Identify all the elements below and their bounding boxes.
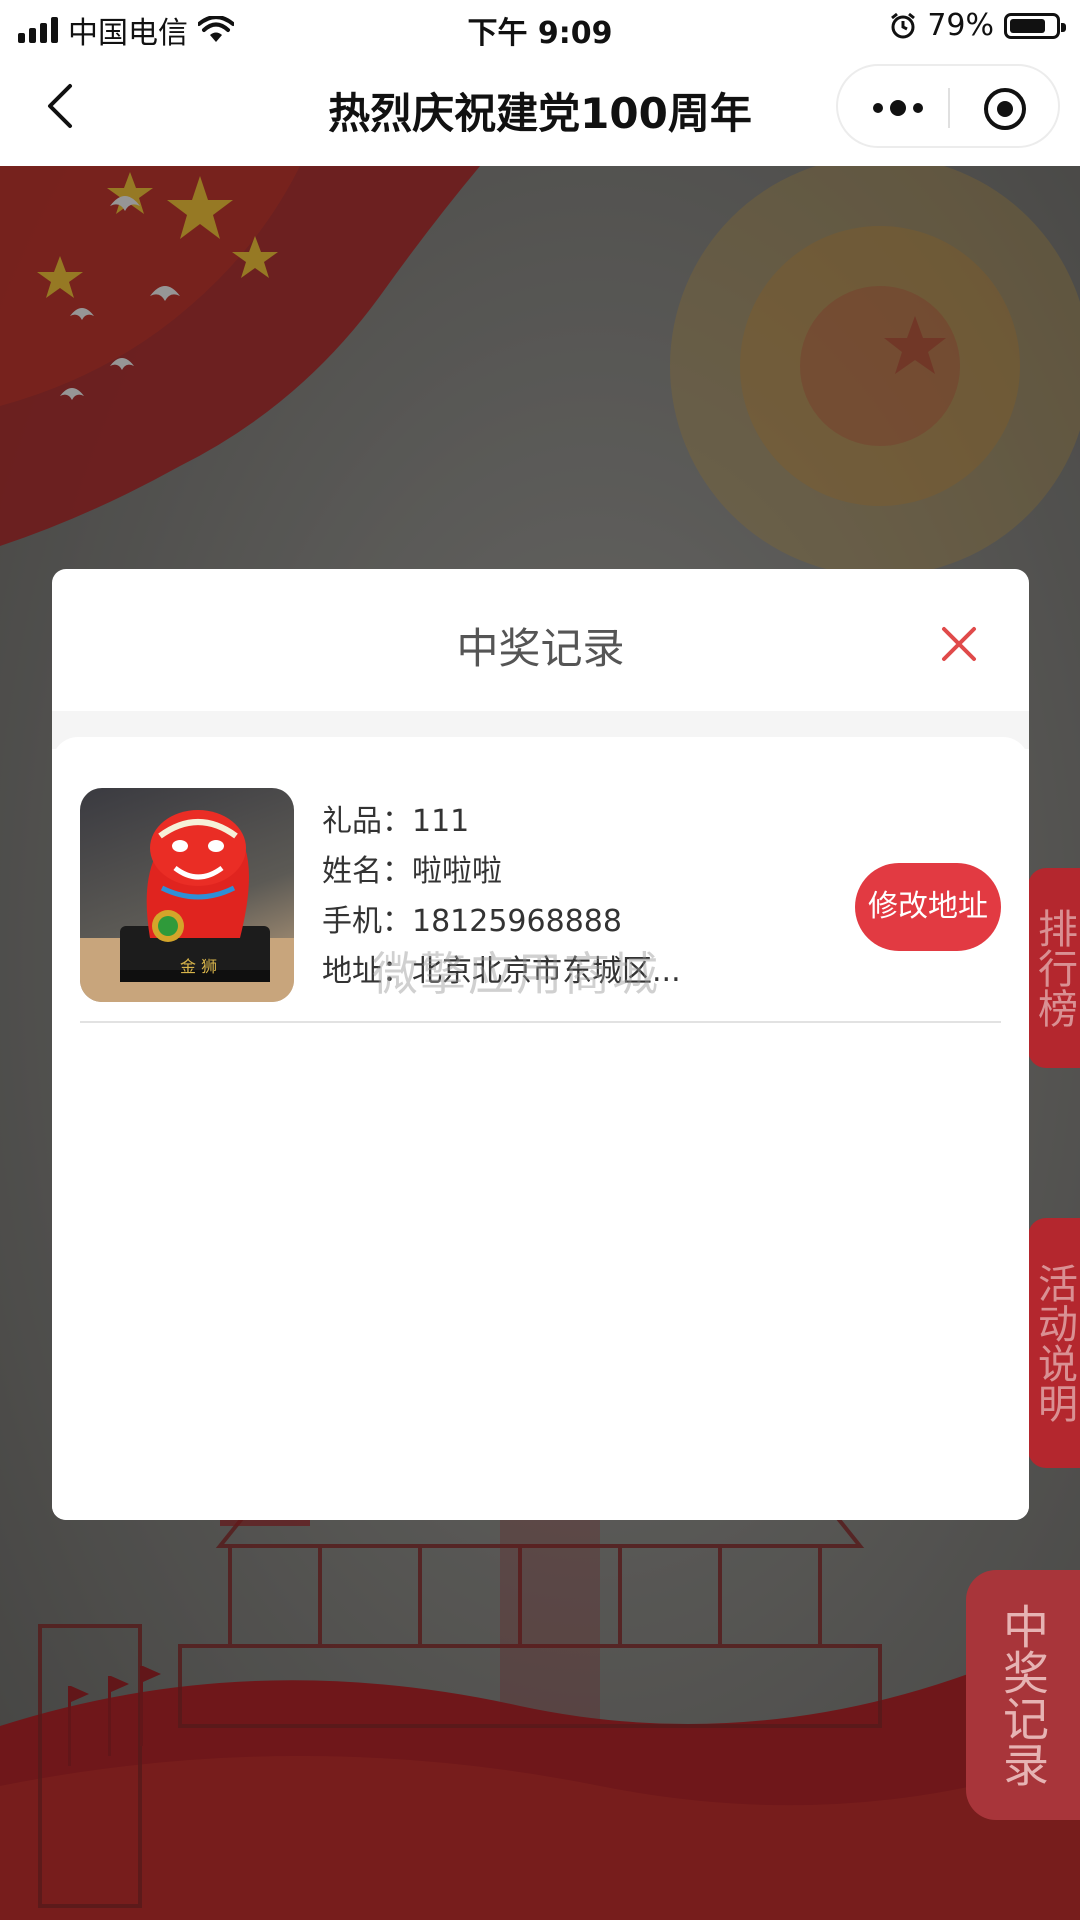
side-tab-label: 中奖记录 xyxy=(996,1603,1050,1787)
phone-label: 手机： xyxy=(322,904,412,939)
nav-bar: 热烈庆祝建党100周年 xyxy=(0,54,1080,166)
modal-title: 中奖记录 xyxy=(456,624,625,673)
close-icon[interactable] xyxy=(934,619,984,669)
phone-value: 18125968888 xyxy=(412,904,622,939)
alarm-icon xyxy=(891,12,916,38)
battery-percent: 79% xyxy=(927,8,994,43)
battery-level xyxy=(1010,18,1045,33)
prize-image: 金 狮 xyxy=(80,788,294,1002)
side-tab-label: 排行榜 xyxy=(1031,908,1077,1028)
watermark: 微擎应用商城 xyxy=(372,947,660,1001)
gift-row: 礼品：111 xyxy=(322,797,842,847)
edit-address-button[interactable]: 修改地址 xyxy=(855,863,1001,951)
name-value: 啦啦啦 xyxy=(412,854,502,889)
modal-header: 中奖记录 xyxy=(52,569,1029,711)
more-icon[interactable] xyxy=(870,94,926,122)
side-tab-winning-records[interactable]: 中奖记录 xyxy=(966,1570,1080,1820)
battery-icon xyxy=(1004,12,1066,39)
name-label: 姓名： xyxy=(322,854,412,889)
side-tab-label: 活动说明 xyxy=(1031,1263,1077,1423)
battery-tip xyxy=(1061,22,1066,32)
capsule-divider xyxy=(948,88,950,128)
gift-label: 礼品： xyxy=(322,804,412,839)
side-tab-rules[interactable]: 活动说明 xyxy=(1028,1218,1080,1468)
screen: 排行榜 活动说明 中奖记录 中国电信 下午 9:09 79% 热烈庆祝建党100… xyxy=(0,0,1080,1920)
status-bar: 中国电信 下午 9:09 79% xyxy=(0,0,1080,54)
side-tab-leaderboard[interactable]: 排行榜 xyxy=(1028,868,1080,1068)
mini-program-capsule xyxy=(836,64,1060,148)
golden-lion-figurine-image: 金 狮 xyxy=(80,810,294,1002)
winning-records-modal: 中奖记录 金 狮 礼品：111 姓名：啦啦啦 手机：18125968888 地址… xyxy=(52,569,1029,1520)
name-row: 姓名：啦啦啦 xyxy=(322,847,842,897)
modal-body: 金 狮 礼品：111 姓名：啦啦啦 手机：18125968888 地址：北京北京… xyxy=(52,737,1029,1520)
close-mini-program-icon[interactable] xyxy=(982,86,1028,132)
status-right: 79% xyxy=(889,8,1066,43)
gift-value: 111 xyxy=(412,804,470,839)
svg-text:金 狮: 金 狮 xyxy=(180,957,217,976)
